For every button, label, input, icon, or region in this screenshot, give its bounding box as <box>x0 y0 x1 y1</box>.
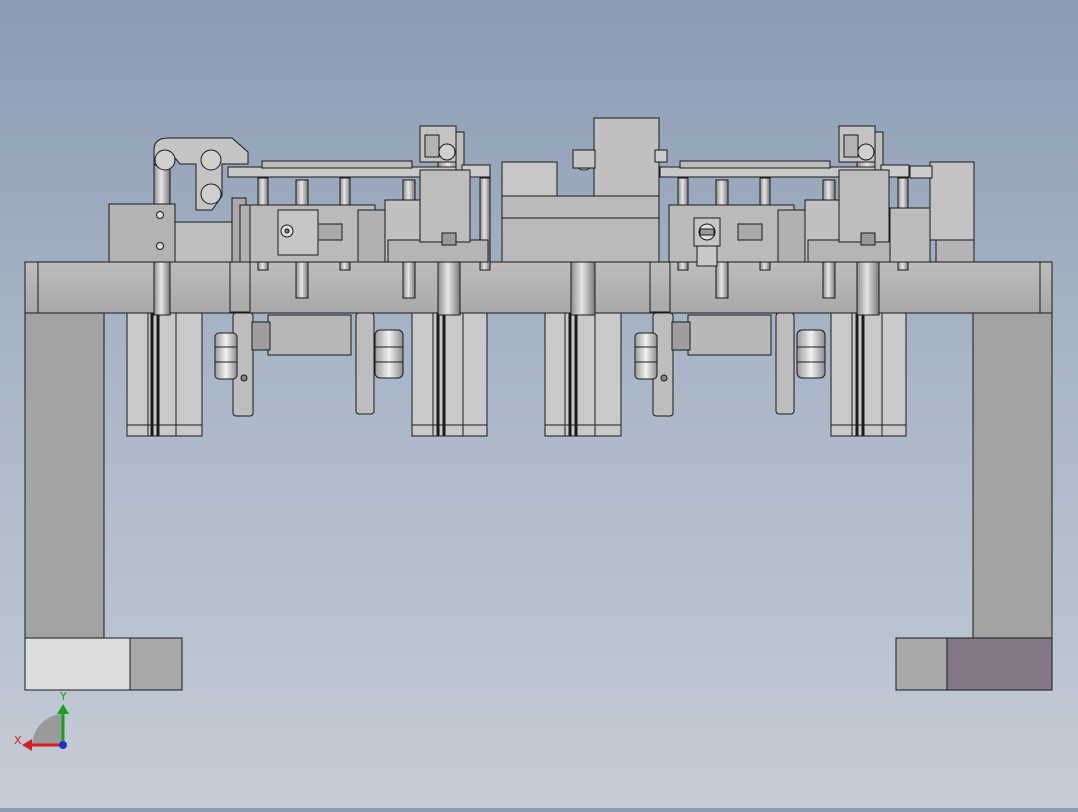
fixture-model-front-view[interactable]: Y X <box>0 0 1078 808</box>
right-foot-pad-highlighted[interactable] <box>946 637 1053 691</box>
triad-y-label: Y <box>59 690 67 703</box>
triad-x-label: X <box>14 734 22 747</box>
cylinder-body-4 <box>830 312 907 437</box>
coordinate-triad: Y X <box>14 690 69 751</box>
lower-clamp-brackets <box>232 312 795 417</box>
cylinder-body-1 <box>126 312 203 437</box>
right-support-leg <box>895 312 1053 691</box>
left-foot-pad-light <box>24 637 131 691</box>
left-foot-pad <box>129 637 183 691</box>
center-block <box>501 117 668 263</box>
cylinder-body-2 <box>411 312 488 437</box>
cylinder-body-3 <box>544 312 622 437</box>
right-foot-pad <box>895 637 948 691</box>
top-rail <box>227 160 911 178</box>
cad-viewport[interactable]: Y X <box>0 0 1078 808</box>
